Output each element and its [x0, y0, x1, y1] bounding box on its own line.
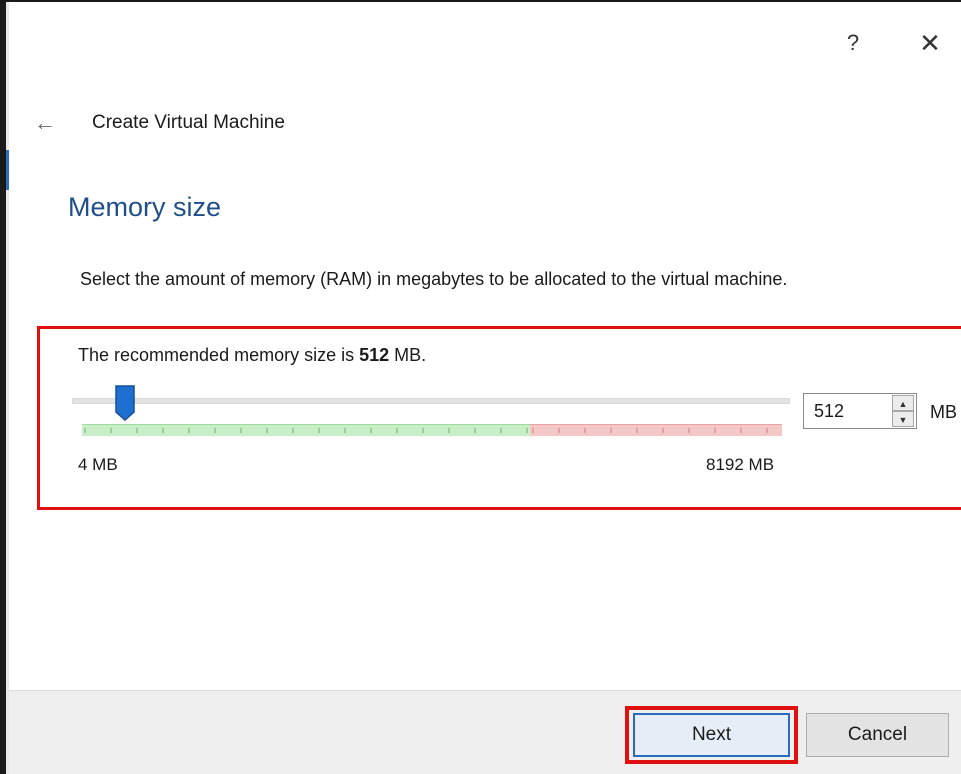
back-arrow-icon[interactable]: ← — [34, 110, 62, 136]
next-button[interactable]: Next — [633, 713, 790, 757]
close-icon[interactable]: ✕ — [919, 30, 941, 56]
recommended-suffix: MB. — [394, 345, 427, 365]
slider-min-label: 4 MB — [78, 455, 118, 474]
over-limit-range-bar — [530, 424, 782, 436]
spin-down-icon[interactable]: ▼ — [892, 411, 914, 427]
recommended-prefix: The recommended memory size is — [78, 345, 355, 365]
tick-marks-green — [84, 427, 528, 434]
title-bar-controls: ? ✕ — [843, 30, 941, 56]
memory-size-spinbox[interactable]: 512 ▲ ▼ — [803, 393, 917, 429]
window-left-accent — [6, 150, 9, 190]
memory-size-input[interactable]: 512 — [804, 401, 890, 422]
help-icon[interactable]: ? — [843, 30, 863, 56]
wizard-title: Create Virtual Machine — [92, 112, 285, 133]
memory-unit-label: MB — [930, 402, 957, 422]
recommended-value: 512 — [359, 345, 390, 365]
page-title: Memory size — [68, 192, 222, 222]
tick-marks-red — [532, 427, 768, 434]
recommended-memory-text: The recommended memory size is 512 MB. — [78, 345, 426, 366]
page-description: Select the amount of memory (RAM) in meg… — [80, 269, 788, 289]
spin-up-icon[interactable]: ▲ — [892, 395, 914, 411]
window-top-border — [6, 0, 961, 2]
memory-range-scale — [82, 424, 782, 436]
cancel-button[interactable]: Cancel — [806, 713, 949, 757]
memory-slider-handle[interactable] — [114, 384, 136, 422]
memory-slider-track[interactable] — [72, 398, 790, 404]
create-vm-dialog: ? ✕ ← Create Virtual Machine Memory size… — [0, 0, 961, 774]
slider-max-label: 8192 MB — [706, 455, 775, 474]
recommended-range-bar — [82, 424, 530, 436]
window-left-strip — [6, 0, 9, 774]
wizard-header: ← Create Virtual Machine — [34, 110, 285, 136]
spin-buttons: ▲ ▼ — [890, 394, 916, 428]
